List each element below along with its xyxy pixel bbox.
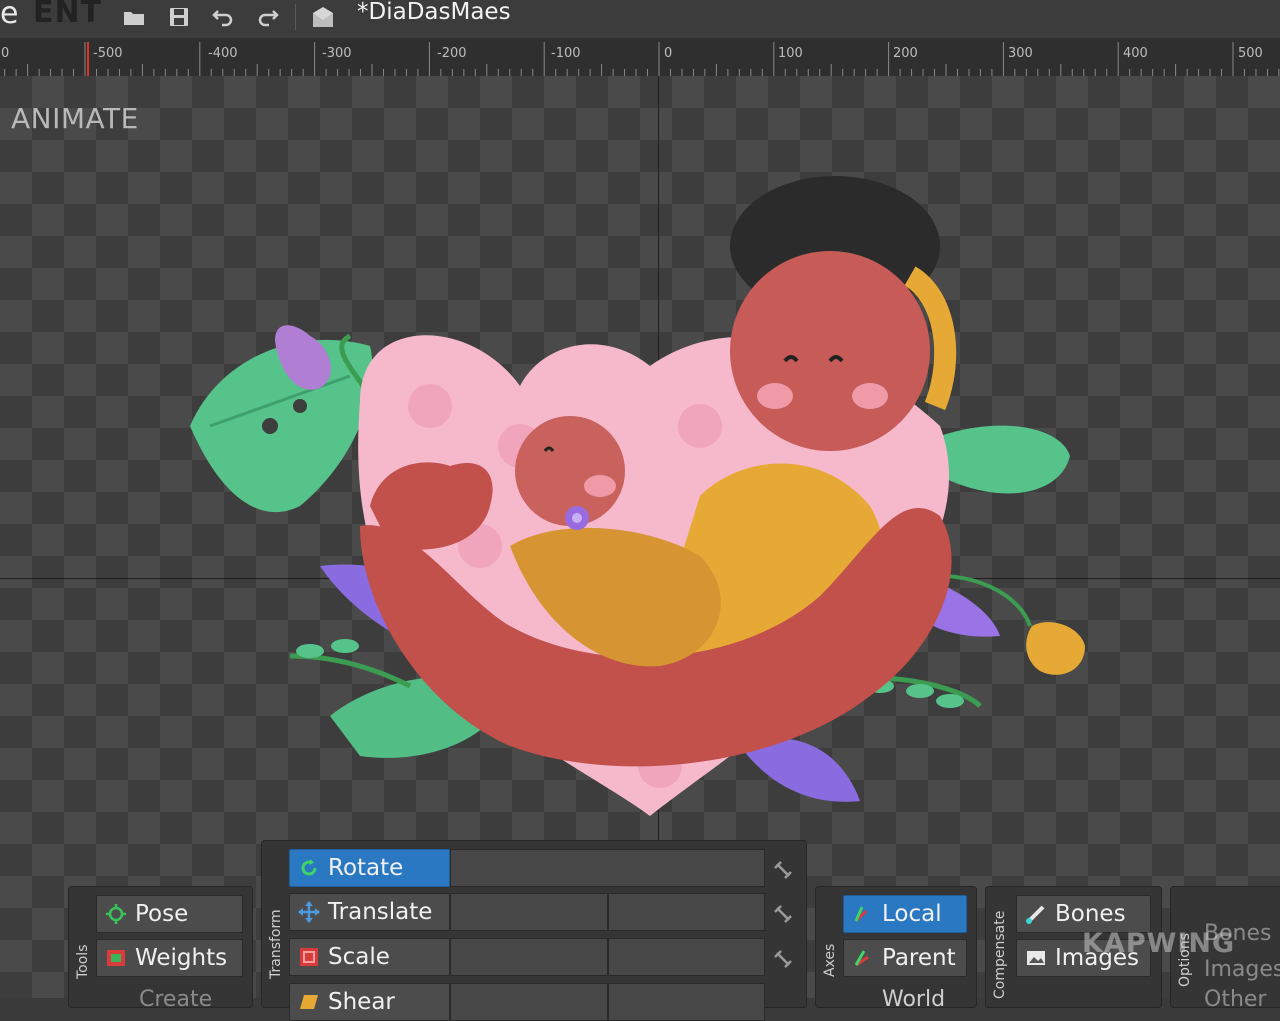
weights-button[interactable]: Weights [96, 939, 243, 977]
translate-button[interactable]: Translate [289, 893, 450, 931]
local-label: Local [882, 901, 942, 927]
ruler-label: -300 [322, 46, 352, 61]
options-images[interactable]: Images [1204, 957, 1280, 982]
ruler-label: -400 [208, 46, 238, 61]
scale-button[interactable]: Scale [289, 938, 450, 976]
mode-button[interactable]: ENT [33, 0, 102, 30]
shear-label: Shear [328, 989, 395, 1015]
app-title-fragment: e [0, 0, 19, 31]
translate-y-field[interactable] [608, 893, 765, 931]
shear-button[interactable]: Shear [289, 983, 450, 1021]
translate-x-field[interactable] [450, 893, 608, 931]
link-icon[interactable] [772, 859, 794, 881]
link-icon[interactable] [772, 948, 794, 970]
weights-icon [107, 950, 125, 966]
bone-icon [1026, 905, 1045, 924]
document-title: *DiaDasMaes [357, 0, 511, 25]
ruler-label: 400 [1123, 46, 1148, 61]
redo-icon[interactable] [255, 4, 281, 30]
scale-label: Scale [328, 944, 390, 970]
mode-label: ANIMATE [11, 102, 139, 135]
world-axis-button-partial[interactable]: World [882, 987, 945, 1012]
scale-y-field[interactable] [608, 938, 765, 976]
toolbar-separator [295, 4, 296, 30]
axes-section-label: Axes [822, 943, 838, 977]
shear-y-field[interactable] [608, 983, 765, 1021]
ruler-label: -200 [437, 46, 467, 61]
translate-label: Translate [328, 899, 433, 925]
tools-panel: Tools Pose Weights Create [68, 886, 253, 1012]
link-icon[interactable] [772, 903, 794, 925]
horizontal-ruler[interactable]: 0 -500 -400 -300 -200 -100 0 100 200 300… [0, 38, 1280, 76]
ruler-label: 300 [1008, 46, 1033, 61]
axes-icon [854, 906, 868, 923]
pose-label: Pose [135, 901, 189, 927]
crosshair-icon [106, 904, 126, 924]
options-other[interactable]: Other [1204, 987, 1266, 1012]
weights-label: Weights [135, 945, 228, 971]
rotate-label: Rotate [328, 855, 404, 881]
compensate-bones-label: Bones [1055, 901, 1126, 927]
parent-label: Parent [882, 945, 956, 971]
watermark: KAPWING [1082, 928, 1236, 959]
ruler-label: 100 [778, 46, 803, 61]
axes-panel: Axes Local Parent World [815, 886, 977, 1012]
pose-button[interactable]: Pose [96, 895, 243, 933]
open-folder-icon[interactable] [121, 4, 147, 30]
undo-icon[interactable] [210, 4, 236, 30]
envelope-icon[interactable] [310, 5, 336, 31]
compensate-section-label: Compensate [992, 910, 1008, 999]
mother-baby-artwork[interactable] [180, 126, 1110, 846]
tools-section-label: Tools [75, 944, 91, 980]
save-icon[interactable] [166, 4, 192, 30]
ruler-label: -100 [551, 46, 581, 61]
ruler-label: -500 [93, 46, 123, 61]
axes-icon [854, 950, 869, 967]
shear-icon [300, 995, 318, 1009]
ruler-label: 500 [1238, 46, 1263, 61]
rotate-icon [301, 859, 317, 876]
parent-axis-button[interactable]: Parent [843, 939, 967, 977]
ruler-label: 0 [664, 46, 672, 61]
ruler-label: 0 [1, 46, 9, 61]
scale-x-field[interactable] [450, 938, 608, 976]
move-arrows-icon [298, 901, 320, 923]
rotate-button[interactable]: Rotate [289, 849, 450, 887]
image-icon [1027, 951, 1045, 965]
local-axis-button[interactable]: Local [843, 895, 967, 933]
shear-x-field[interactable] [450, 983, 608, 1021]
rotate-value-field[interactable] [450, 849, 765, 887]
ruler-label: 200 [893, 46, 918, 61]
create-button-partial[interactable]: Create [139, 987, 212, 1012]
transform-section-label: Transform [268, 909, 284, 979]
toolbar: e ENT *DiaDasMaes [0, 0, 1280, 39]
scale-icon [300, 948, 318, 966]
transform-panel: Transform Rotate Translate Scale Shear [261, 840, 807, 1021]
